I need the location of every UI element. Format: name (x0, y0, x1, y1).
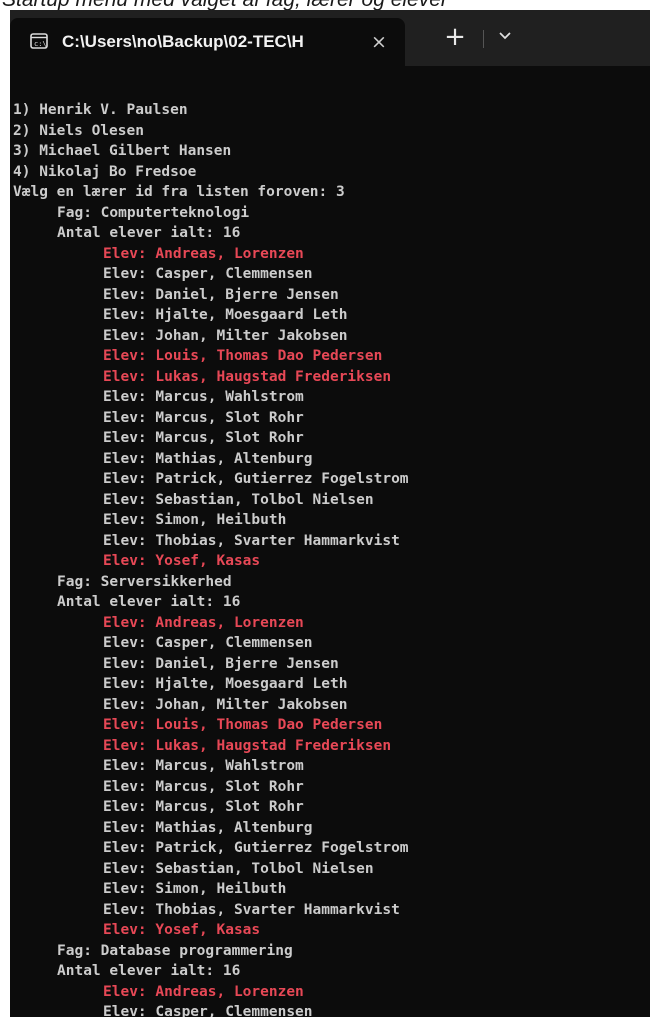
student-line: Elev: Marcus, Slot Rohr (103, 409, 304, 426)
tab-bar: c:\ C:\Users\no\Backup\02-TEC\H × + (10, 10, 650, 66)
student-line: Elev: Yosef, Kasas (103, 553, 261, 569)
student-line: Elev: Sebastian, Tolbol Nielsen (103, 491, 374, 508)
student-line: Elev: Lukas, Haugstad Frederiksen (103, 737, 392, 754)
student-line: Elev: Hjalte, Moesgaard Leth (103, 307, 348, 323)
student-line: Elev: Mathias, Altenburg (103, 450, 313, 467)
chevron-down-icon[interactable] (497, 27, 513, 43)
student-line: Elev: Marcus, Wahlstrom (103, 758, 304, 774)
terminal-icon: c:\ (30, 33, 48, 49)
terminal-window: c:\ C:\Users\no\Backup\02-TEC\H × + 1) H… (10, 10, 650, 1017)
tab-title: C:\Users\no\Backup\02-TEC\H (62, 32, 304, 51)
teacher-prompt: Vælg en lærer id fra listen foroven: 3 (13, 184, 345, 200)
student-count: Antal elever ialt: 16 (57, 963, 241, 979)
course-name: Fag: Computerteknologi (57, 204, 250, 221)
student-line: Elev: Louis, Thomas Dao Pedersen (103, 717, 383, 733)
student-line: Elev: Andreas, Lorenzen (103, 614, 304, 631)
student-line: Elev: Marcus, Wahlstrom (103, 389, 304, 405)
student-line: Elev: Andreas, Lorenzen (103, 245, 304, 262)
course-name: Fag: Database programmering (57, 942, 293, 959)
student-line: Elev: Hjalte, Moesgaard Leth (103, 676, 348, 692)
student-line: Elev: Marcus, Slot Rohr (103, 799, 304, 815)
student-line: Elev: Thobias, Svarter Hammarkvist (103, 901, 400, 918)
console-output[interactable]: 1) Henrik V. Paulsen 2) Niels Olesen 3) … (13, 100, 647, 1017)
student-line: Elev: Simon, Heilbuth (103, 881, 287, 897)
student-count: Antal elever ialt: 16 (57, 225, 241, 241)
terminal-tab[interactable]: c:\ C:\Users\no\Backup\02-TEC\H × (10, 18, 405, 66)
student-line: Elev: Louis, Thomas Dao Pedersen (103, 348, 383, 364)
teacher-option: 2) Niels Olesen (13, 122, 144, 139)
student-line: Elev: Thobias, Svarter Hammarkvist (103, 532, 400, 549)
teacher-option: 1) Henrik V. Paulsen (13, 102, 188, 118)
student-line: Elev: Patrick, Gutierrez Fogelstrom (103, 471, 409, 487)
student-line: Elev: Patrick, Gutierrez Fogelstrom (103, 840, 409, 856)
student-line: Elev: Andreas, Lorenzen (103, 983, 304, 1000)
student-line: Elev: Casper, Clemmensen (103, 1004, 313, 1017)
student-count: Antal elever ialt: 16 (57, 594, 241, 610)
student-line: Elev: Casper, Clemmensen (103, 266, 313, 282)
teacher-option: 3) Michael Gilbert Hansen (13, 143, 232, 159)
student-line: Elev: Lukas, Haugstad Frederiksen (103, 368, 392, 385)
student-line: Elev: Simon, Heilbuth (103, 512, 287, 528)
student-line: Elev: Johan, Milter Jakobsen (103, 327, 348, 344)
student-line: Elev: Casper, Clemmensen (103, 635, 313, 651)
student-line: Elev: Marcus, Slot Rohr (103, 430, 304, 446)
student-line: Elev: Daniel, Bjerre Jensen (103, 655, 339, 672)
student-line: Elev: Daniel, Bjerre Jensen (103, 286, 339, 303)
course-name: Fag: Serversikkerhed (57, 573, 232, 590)
svg-text:c:\: c:\ (34, 40, 47, 48)
student-line: Elev: Marcus, Slot Rohr (103, 778, 304, 795)
new-tab-icon[interactable]: + (443, 24, 467, 50)
teacher-option: 4) Nikolaj Bo Fredsoe (13, 163, 197, 180)
student-line: Elev: Mathias, Altenburg (103, 819, 313, 836)
student-line: Elev: Sebastian, Tolbol Nielsen (103, 860, 374, 877)
tab-divider (483, 30, 484, 48)
student-line: Elev: Yosef, Kasas (103, 922, 261, 938)
student-line: Elev: Johan, Milter Jakobsen (103, 696, 348, 713)
close-tab-icon[interactable]: × (368, 30, 390, 54)
